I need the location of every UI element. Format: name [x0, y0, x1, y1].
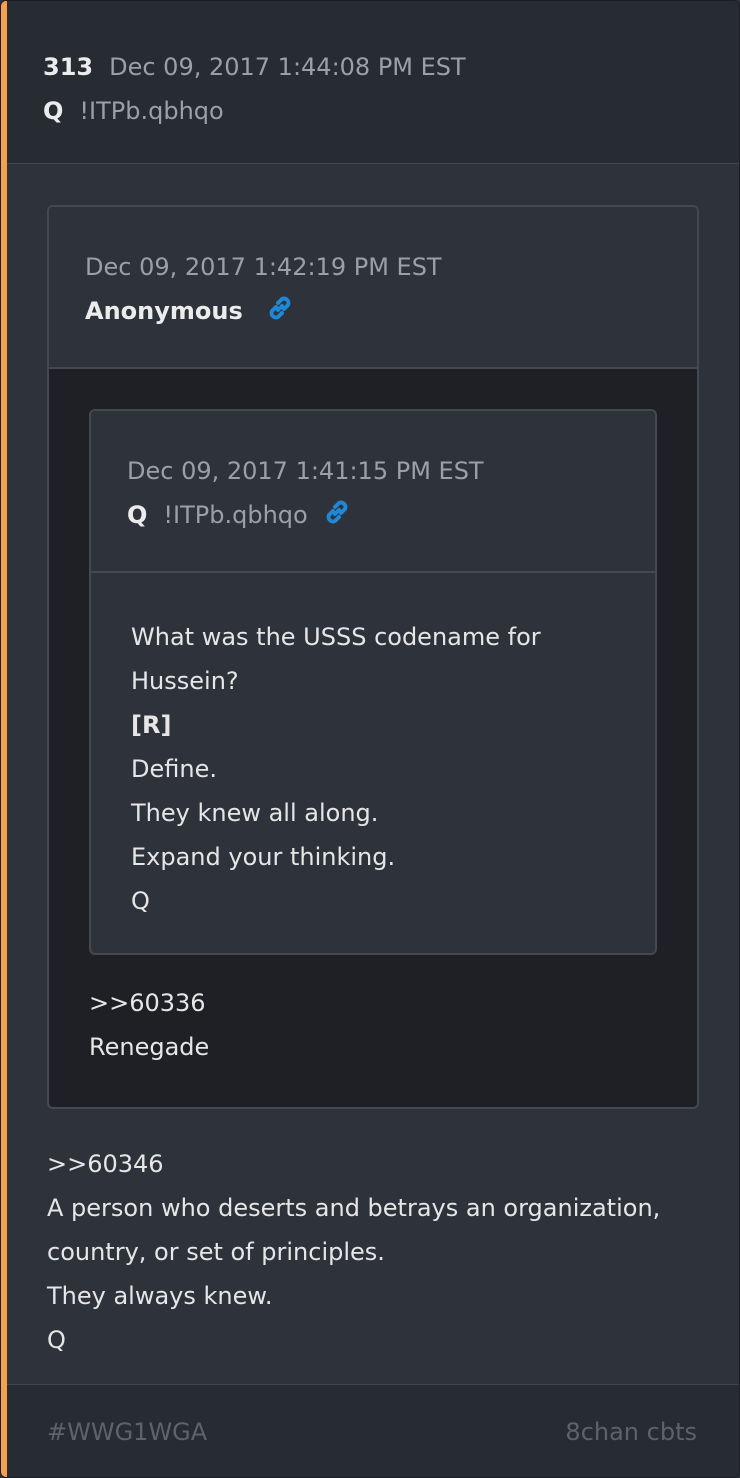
- text-line: A person who deserts and betrays an orga…: [47, 1194, 661, 1222]
- text-line: Hussein?: [131, 667, 239, 695]
- reply-reference-link[interactable]: >>60336: [89, 981, 209, 1025]
- post-card: 313 Dec 09, 2017 1:44:08 PM EST Q !ITPb.…: [0, 0, 740, 1478]
- post-author-line: Q !ITPb.qbhqo: [43, 89, 739, 133]
- post-author: Q: [43, 97, 64, 125]
- quoted-post-inner-author-line: Q !ITPb.qbhqo: [127, 493, 655, 537]
- text-line: Q: [47, 1326, 66, 1354]
- reply-reference-link[interactable]: >>60346: [47, 1142, 660, 1186]
- post-body: Dec 09, 2017 1:42:19 PM EST Anonymous De…: [7, 164, 739, 1384]
- link-icon[interactable]: [322, 497, 352, 533]
- text-line: country, or set of principles.: [47, 1238, 385, 1266]
- quoted-post-outer-author-line: Anonymous: [85, 289, 697, 333]
- post-tripcode: !ITPb.qbhqo: [79, 97, 224, 125]
- quoted-post-inner: Dec 09, 2017 1:41:15 PM EST Q !ITPb.qbhq…: [89, 409, 657, 955]
- quoted-post-outer-text: >>60336 Renegade: [89, 981, 209, 1069]
- post-number[interactable]: 313: [43, 53, 93, 81]
- post-text: >>60346 A person who deserts and betrays…: [47, 1142, 660, 1362]
- source-label: 8chan cbts: [565, 1418, 697, 1446]
- text-line: They knew all along.: [131, 799, 379, 827]
- post-header: 313 Dec 09, 2017 1:44:08 PM EST Q !ITPb.…: [7, 1, 739, 164]
- text-line: What was the USSS codename for: [131, 623, 541, 651]
- text-line: Q: [131, 887, 150, 915]
- hashtag-link[interactable]: #WWG1WGA: [47, 1418, 207, 1446]
- quoted-post-inner-timestamp: Dec 09, 2017 1:41:15 PM EST: [127, 457, 484, 485]
- text-line: They always knew.: [47, 1282, 273, 1310]
- text-line: Renegade: [89, 1033, 210, 1061]
- quoted-post-inner-header: Dec 09, 2017 1:41:15 PM EST Q !ITPb.qbhq…: [91, 411, 655, 573]
- quoted-post-inner-tripcode: !ITPb.qbhqo: [163, 501, 308, 529]
- quoted-post-outer-timestamp: Dec 09, 2017 1:42:19 PM EST: [85, 253, 442, 281]
- quoted-post-inner-text: What was the USSS codename for Hussein? …: [91, 573, 655, 923]
- link-icon[interactable]: [265, 293, 295, 329]
- quoted-post-outer-header: Dec 09, 2017 1:42:19 PM EST Anonymous: [49, 207, 697, 369]
- quoted-post-inner-meta: Dec 09, 2017 1:41:15 PM EST: [127, 449, 655, 493]
- quoted-post-inner-author: Q: [127, 501, 148, 529]
- post-timestamp: Dec 09, 2017 1:44:08 PM EST: [109, 53, 466, 81]
- post-meta-line: 313 Dec 09, 2017 1:44:08 PM EST: [43, 45, 739, 89]
- quoted-post-outer-author: Anonymous: [85, 297, 243, 325]
- text-line: Define.: [131, 755, 217, 783]
- quoted-post-outer-body: Dec 09, 2017 1:41:15 PM EST Q !ITPb.qbhq…: [49, 369, 697, 1107]
- text-line: [R]: [131, 711, 172, 739]
- quoted-post-outer: Dec 09, 2017 1:42:19 PM EST Anonymous De…: [47, 205, 699, 1109]
- post-footer: #WWG1WGA 8chan cbts: [7, 1384, 739, 1477]
- text-line: Expand your thinking.: [131, 843, 396, 871]
- quoted-post-outer-meta: Dec 09, 2017 1:42:19 PM EST: [85, 245, 697, 289]
